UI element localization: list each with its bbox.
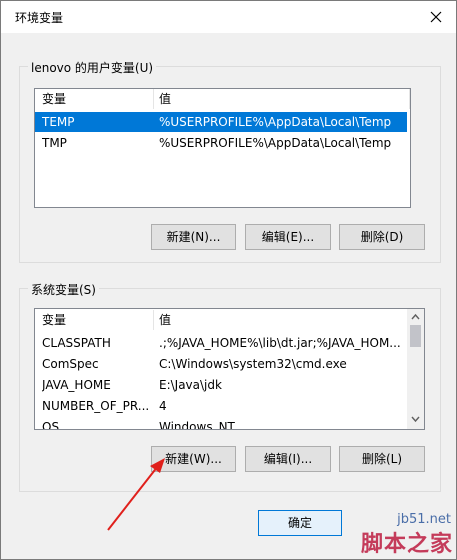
variable-name: TMP bbox=[42, 136, 67, 150]
system-delete-button[interactable]: 删除(L) bbox=[339, 446, 425, 472]
list-item-number-of-processors[interactable]: NUMBER_OF_PR... 4 bbox=[35, 396, 407, 416]
column-header-variable[interactable]: 变量 bbox=[42, 310, 152, 330]
close-button[interactable] bbox=[424, 5, 448, 29]
variable-value: .;%JAVA_HOME%\lib\dt.jar;%JAVA_HOM... bbox=[159, 336, 401, 350]
user-edit-button[interactable]: 编辑(E)... bbox=[245, 224, 331, 250]
list-header: 变量 值 bbox=[35, 310, 407, 330]
variable-value: %USERPROFILE%\AppData\Local\Temp bbox=[159, 136, 392, 150]
column-header-value[interactable]: 值 bbox=[159, 310, 399, 330]
list-item-classpath[interactable]: CLASSPATH .;%JAVA_HOME%\lib\dt.jar;%JAVA… bbox=[35, 333, 407, 353]
vertical-scrollbar[interactable] bbox=[407, 309, 424, 429]
close-icon bbox=[430, 11, 442, 23]
site-watermark: jb51.net 脚本之家 bbox=[300, 510, 457, 560]
watermark-text: 脚本之家 bbox=[360, 531, 453, 557]
user-delete-button[interactable]: 删除(D) bbox=[339, 224, 425, 250]
watermark-site: jb51.net bbox=[397, 512, 451, 527]
variable-name: ComSpec bbox=[42, 357, 99, 371]
variable-name: JAVA_HOME bbox=[42, 378, 111, 392]
variable-value: 4 bbox=[159, 399, 167, 413]
user-variables-label: lenovo 的用户变量(U) bbox=[28, 59, 157, 76]
column-header-variable[interactable]: 变量 bbox=[42, 89, 152, 109]
list-item-os[interactable]: OS Windows_NT bbox=[35, 417, 407, 430]
user-new-button[interactable]: 新建(N)... bbox=[151, 224, 236, 250]
list-item-tmp[interactable]: TMP %USERPROFILE%\AppData\Local\Temp bbox=[35, 133, 407, 153]
variable-value: C:\Windows\system32\cmd.exe bbox=[159, 357, 347, 371]
window-title: 环境变量 bbox=[15, 11, 64, 25]
variable-name: NUMBER_OF_PR... bbox=[42, 399, 150, 413]
list-header: 变量 值 bbox=[35, 89, 410, 109]
env-variables-dialog: 环境变量 lenovo 的用户变量(U) 变量 值 TEMP %USERPROF… bbox=[0, 0, 457, 560]
variable-name: TEMP bbox=[42, 115, 75, 129]
system-variables-label: 系统变量(S) bbox=[28, 281, 99, 298]
list-item-java-home[interactable]: JAVA_HOME E:\Java\jdk bbox=[35, 375, 407, 395]
list-item-temp[interactable]: TEMP %USERPROFILE%\AppData\Local\Temp bbox=[35, 112, 407, 132]
column-header-value[interactable]: 值 bbox=[159, 89, 399, 109]
variable-value: Windows_NT bbox=[159, 420, 235, 430]
variable-name: CLASSPATH bbox=[42, 336, 111, 350]
user-variables-list[interactable]: 变量 值 TEMP %USERPROFILE%\AppData\Local\Te… bbox=[34, 88, 411, 208]
system-edit-button[interactable]: 编辑(I)... bbox=[245, 446, 331, 472]
list-item-comspec[interactable]: ComSpec C:\Windows\system32\cmd.exe bbox=[35, 354, 407, 374]
scroll-up-arrow-icon[interactable] bbox=[407, 309, 424, 325]
title-bar: 环境变量 bbox=[1, 1, 456, 33]
variable-value: %USERPROFILE%\AppData\Local\Temp bbox=[159, 115, 392, 129]
variable-name: OS bbox=[42, 420, 60, 430]
system-variables-list[interactable]: 变量 值 CLASSPATH .;%JAVA_HOME%\lib\dt.jar;… bbox=[34, 308, 425, 430]
scroll-down-arrow-icon[interactable] bbox=[407, 411, 424, 427]
system-new-button[interactable]: 新建(W)... bbox=[151, 446, 236, 472]
scrollbar-thumb[interactable] bbox=[410, 325, 421, 347]
variable-value: E:\Java\jdk bbox=[159, 378, 222, 392]
